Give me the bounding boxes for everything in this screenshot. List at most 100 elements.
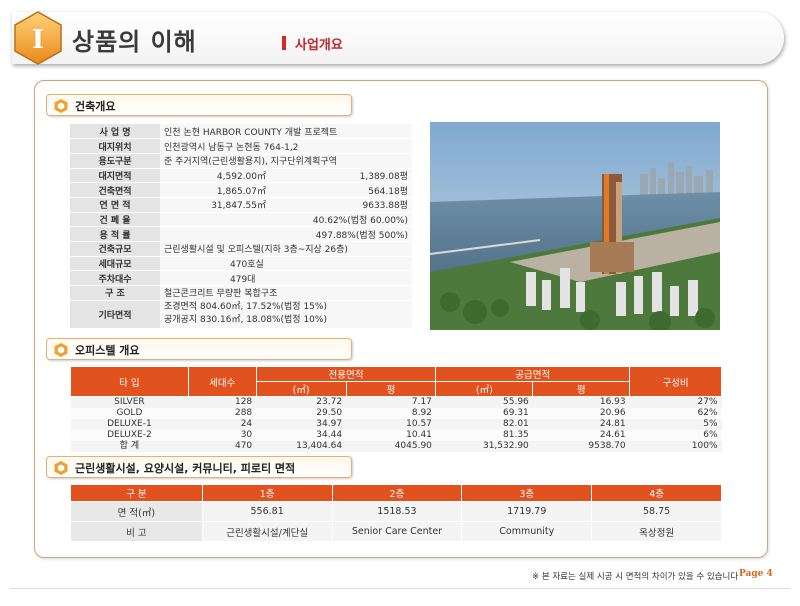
officetel-cell-units: 24 — [188, 419, 257, 430]
facility-row: 면 적(㎡) 556.81 1518.53 1719.79 58.75 — [70, 501, 722, 522]
officetel-row: GOLD 288 29.50 8.92 69.31 20.96 62% — [70, 408, 722, 419]
officetel-row: DELUXE-1 24 34.97 10.57 82.01 24.81 5% — [70, 419, 722, 430]
facility-cell: Community — [461, 521, 593, 542]
overview-label: 연 면 적 — [70, 197, 160, 213]
header-sup-sqm: (㎡) — [435, 381, 534, 397]
facility-header: 3층 — [461, 484, 593, 502]
header-units: 세대수 — [187, 366, 257, 397]
overview-label: 건 폐 율 — [70, 212, 160, 228]
overview-row: 용도구분 준 주거지역(근린생활용지), 지구단위계획구역 — [70, 153, 412, 169]
header-sup-pyeong: 평 — [532, 381, 631, 397]
officetel-cell-units: 470 — [188, 441, 257, 452]
header-exclusive: 전용면적 — [255, 366, 437, 382]
officetel-cell-units: 30 — [188, 430, 257, 441]
hexagon-bullet-icon — [54, 99, 68, 113]
bottom-divider — [10, 588, 790, 589]
hexagon-badge-icon: I — [14, 11, 62, 65]
overview-label: 용 적 률 — [70, 226, 160, 242]
facility-cell: Senior Care Center — [331, 521, 463, 542]
overview-value: 470호실 — [160, 256, 412, 272]
section-label: 오피스텔 개요 — [75, 344, 140, 357]
facility-cell: 1719.79 — [461, 501, 593, 522]
overview-label: 용도구분 — [70, 153, 160, 169]
overview-row: 기타면적 조경면적 804.60㎡, 17.52%(법정 15%) 공개공지 830… — [70, 300, 412, 329]
facility-label: 비 고 — [70, 521, 203, 542]
officetel-cell-ex-py: 10.57 — [346, 419, 436, 430]
slide: I 상품의 이해 사업개요 건축개요 사 업 명 인천 논현 HARBOR COU… — [0, 0, 800, 606]
officetel-cell-sup-sqm: 31,532.90 — [435, 441, 533, 452]
overview-label: 건축규모 — [70, 241, 160, 257]
header-supply: 공급면적 — [435, 366, 631, 382]
header-type: 타 입 — [70, 366, 189, 397]
section-label: 근린생활시설, 요양시설, 커뮤니티, 피로티 면적 — [75, 462, 296, 475]
officetel-cell-units: 288 — [188, 408, 257, 419]
overview-value: 31,847.55㎡ 9633.88평 — [160, 197, 412, 213]
overview-value: 근린생활시설 및 오피스텔(지하 3층~지상 26층) — [160, 241, 412, 257]
officetel-cell-sup-py: 24.61 — [532, 430, 630, 441]
officetel-cell-type: DELUXE-1 — [70, 419, 189, 430]
officetel-cell-ratio: 62% — [629, 408, 722, 419]
officetel-cell-sup-sqm: 81.35 — [435, 430, 533, 441]
officetel-cell-sup-py: 20.96 — [532, 408, 630, 419]
overview-label: 구 조 — [70, 285, 160, 301]
header-ex-pyeong: 평 — [345, 381, 437, 397]
overview-value: 인천 논현 HARBOR COUNTY 개발 프로젝트 — [160, 124, 412, 140]
overview-value: 40.62%(법정 60.00%) — [160, 212, 412, 228]
overview-label: 대지면적 — [70, 168, 160, 184]
section-tag-overview: 건축개요 — [46, 94, 352, 116]
overview-table: 사 업 명 인천 논현 HARBOR COUNTY 개발 프로젝트 대지위치 인천광역… — [70, 124, 412, 329]
overview-value-line1: 조경면적 804.60㎡, 17.52%(법정 15%) — [164, 302, 327, 313]
officetel-cell-ex-sqm: 29.50 — [256, 408, 347, 419]
facility-table: 구 분 1층 2층 3층 4층 면 적(㎡) 556.81 1518.53 1719.79 58… — [70, 484, 722, 542]
overview-value: 1,865.07㎡ 564.18평 — [160, 182, 412, 198]
facility-row: 비 고 근린생활시설/계단실 Senior Care Center Community… — [70, 521, 722, 542]
overview-label: 대지위치 — [70, 138, 160, 154]
officetel-cell-ex-py: 7.17 — [346, 396, 436, 408]
officetel-cell-ex-sqm: 34.44 — [256, 430, 347, 441]
officetel-cell-sup-py: 16.93 — [532, 396, 630, 408]
overview-value: 인천광역시 남동구 논현동 764-1,2 — [160, 138, 412, 154]
overview-row: 주차대수 479대 — [70, 270, 412, 287]
overview-value-sqm: 31,847.55㎡ — [211, 201, 266, 212]
overview-value: 준 주거지역(근린생활용지), 지구단위계획구역 — [160, 153, 412, 169]
hexagon-bullet-icon — [54, 343, 68, 357]
officetel-cell-type: SILVER — [70, 396, 189, 408]
overview-row: 연 면 적 31,847.55㎡ 9633.88평 — [70, 197, 412, 213]
facility-cell: 58.75 — [591, 501, 722, 522]
overview-label: 주차대수 — [70, 270, 160, 287]
facility-header: 구 분 — [70, 484, 203, 502]
officetel-row: DELUXE-2 30 34.44 10.41 81.35 24.61 6% — [70, 430, 722, 441]
overview-row: 건축면적 1,865.07㎡ 564.18평 — [70, 182, 412, 198]
overview-value-pyeong: 564.18평 — [368, 186, 408, 197]
officetel-row: SILVER 128 23.72 7.17 55.96 16.93 27% — [70, 396, 722, 408]
overview-label: 건축면적 — [70, 182, 160, 198]
officetel-cell-type: GOLD — [70, 408, 189, 419]
officetel-cell-ex-py: 8.92 — [346, 408, 436, 419]
overview-row: 세대규모 470호실 — [70, 256, 412, 272]
officetel-cell-ex-sqm: 23.72 — [256, 396, 347, 408]
officetel-cell-sup-py: 9538.70 — [532, 441, 630, 452]
overview-row: 사 업 명 인천 논현 HARBOR COUNTY 개발 프로젝트 — [70, 124, 412, 140]
hexagon-bullet-icon — [54, 461, 68, 475]
page-subtitle: 사업개요 — [295, 38, 343, 53]
page-title: 상품의 이해 — [72, 28, 197, 56]
overview-value: 조경면적 804.60㎡, 17.52%(법정 15%) 공개공지 830.16㎡… — [160, 300, 412, 329]
page-number: Page 4 — [739, 569, 773, 579]
officetel-cell-ratio: 5% — [629, 419, 722, 430]
officetel-cell-type: DELUXE-2 — [70, 430, 189, 441]
officetel-table: 타 입 세대수 전용면적 공급면적 구성비 (㎡) 평 (㎡) 평 SILVER… — [70, 366, 722, 452]
officetel-cell-ex-sqm: 13,404.64 — [256, 441, 347, 452]
overview-value-line2: 공개공지 830.16㎡, 18.08%(법정 10%) — [164, 315, 327, 326]
overview-label: 사 업 명 — [70, 124, 160, 140]
officetel-cell-ratio: 6% — [629, 430, 722, 441]
officetel-cell-sup-py: 24.81 — [532, 419, 630, 430]
overview-value: 철근콘크리트 무량판 복합구조 — [160, 285, 412, 301]
facility-label: 면 적(㎡) — [70, 501, 203, 522]
officetel-cell-ratio: 100% — [629, 441, 722, 452]
overview-row: 구 조 철근콘크리트 무량판 복합구조 — [70, 285, 412, 301]
subtitle-marker — [282, 36, 286, 50]
overview-value-sqm: 4,592.00㎡ — [216, 171, 266, 182]
facility-cell: 556.81 — [201, 501, 333, 522]
officetel-cell-sup-sqm: 69.31 — [435, 408, 533, 419]
overview-row: 용 적 률 497.88%(법정 500%) — [70, 226, 412, 242]
